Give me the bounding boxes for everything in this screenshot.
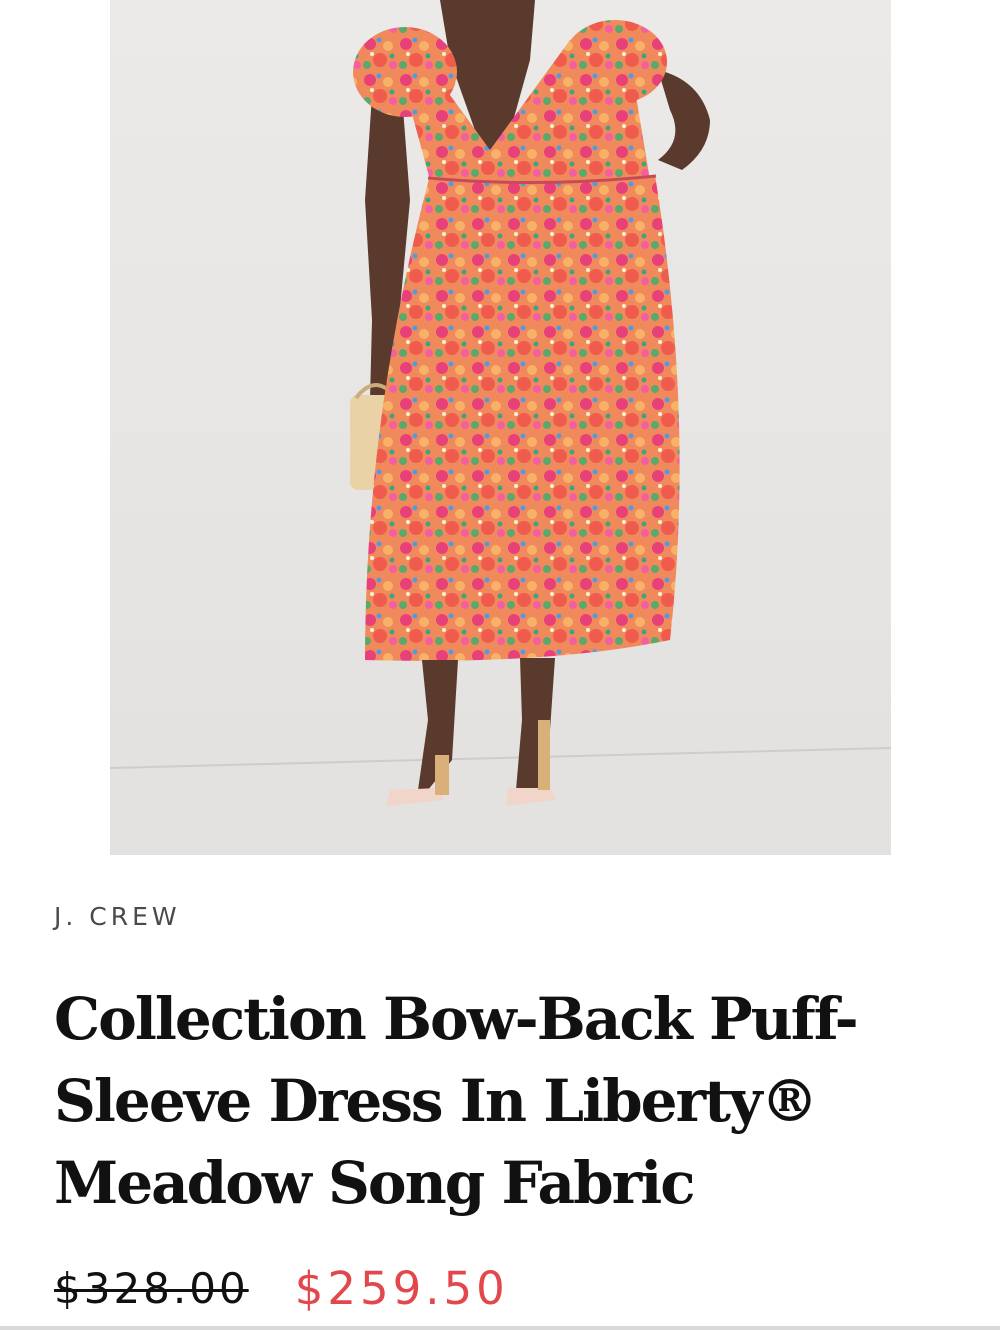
product-title: Collection Bow-Back Puff-Sleeve Dress In… xyxy=(54,985,859,1217)
divider xyxy=(0,1326,1000,1330)
original-price: $328.00 xyxy=(54,1263,249,1313)
product-image[interactable] xyxy=(110,0,891,855)
dress-photo xyxy=(110,0,891,855)
price-block: $328.00 $259.50 xyxy=(54,1258,509,1318)
sale-price: $259.50 xyxy=(294,1261,509,1315)
brand-name[interactable]: J. CREW xyxy=(54,902,181,931)
